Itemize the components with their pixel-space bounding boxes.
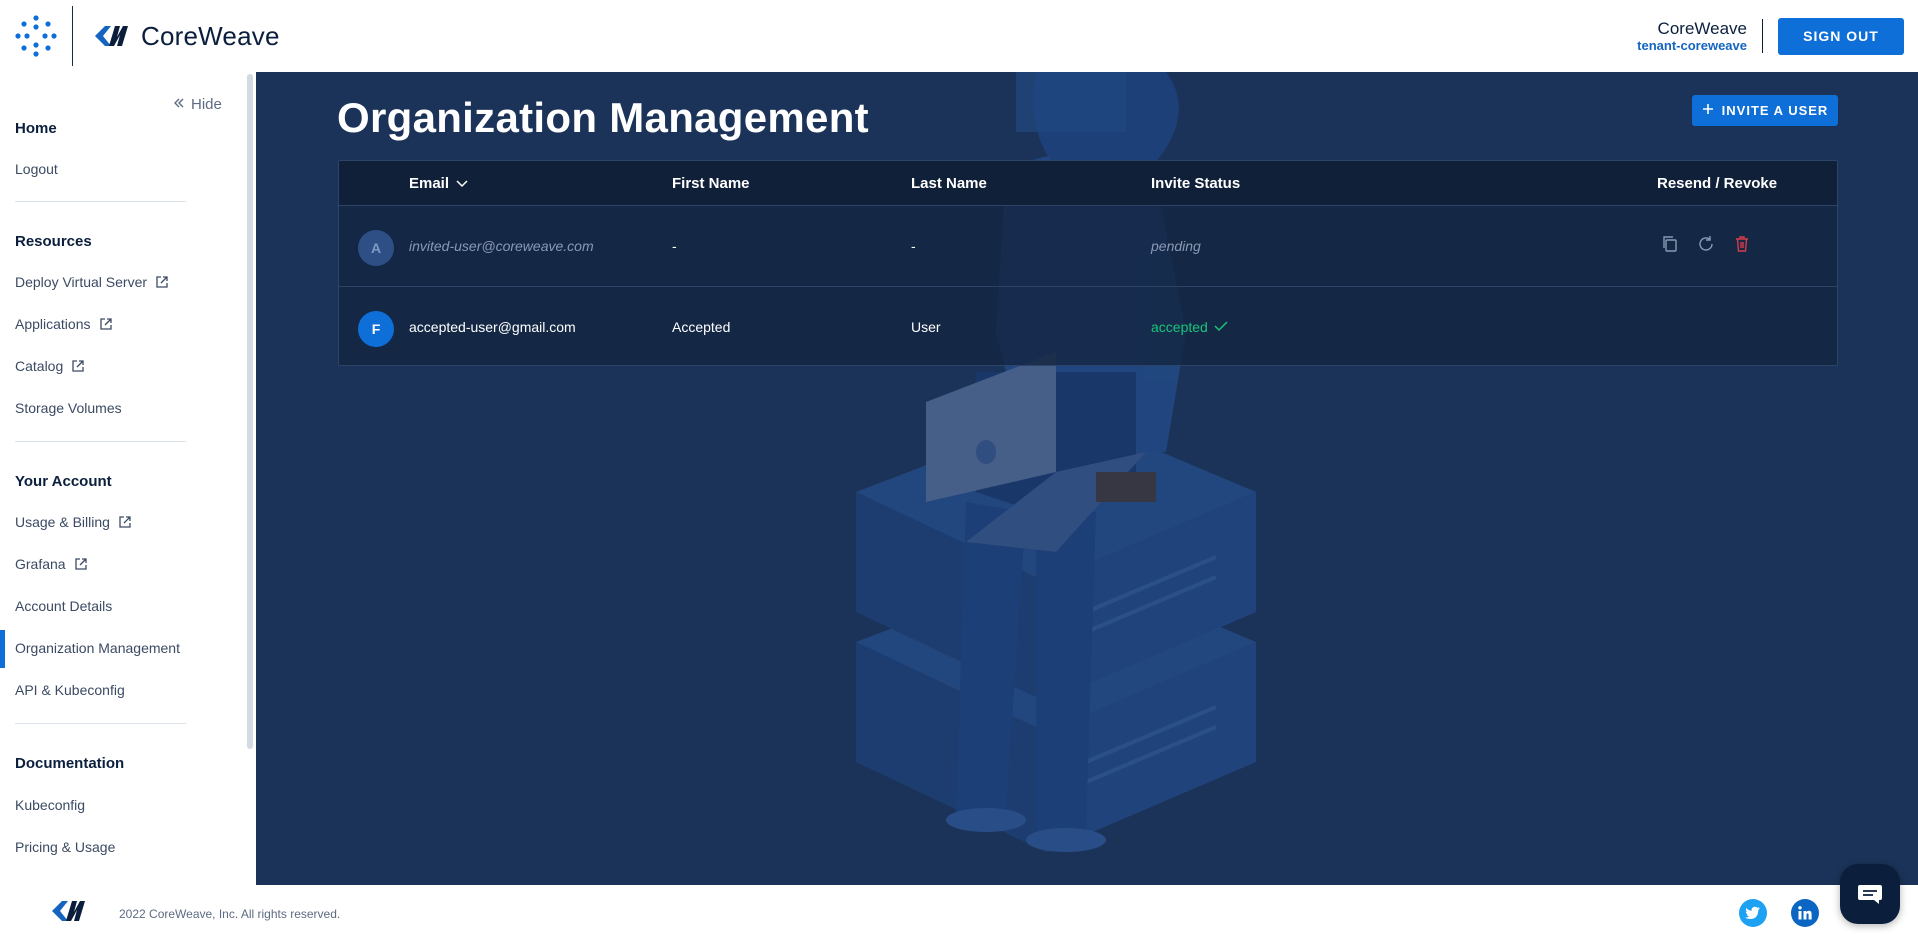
copyright-text: 2022 CoreWeave, Inc. All rights reserved… <box>119 907 341 921</box>
sidebar-item-label: Catalog <box>15 358 64 374</box>
table-row: A invited-user@coreweave.com - - pending <box>339 207 1837 287</box>
chat-support-icon[interactable] <box>1840 864 1900 924</box>
coreweave-logo[interactable]: CoreWeave <box>93 21 280 52</box>
double-chevron-left-icon <box>173 96 185 113</box>
sidebar-item-home[interactable]: Home <box>15 120 57 137</box>
revoke-trash-icon[interactable] <box>1733 235 1751 253</box>
sidebar-item-label: Applications <box>15 316 91 332</box>
invite-status-cell: pending <box>1151 238 1201 254</box>
row-actions <box>1661 235 1751 253</box>
status-label: accepted <box>1151 319 1208 335</box>
column-header-first-name: First Name <box>672 175 750 192</box>
sidebar-item-label: Logout <box>15 161 58 177</box>
email-cell: accepted-user@gmail.com <box>409 319 576 335</box>
sidebar-item-logout[interactable]: Logout <box>15 161 58 177</box>
sidebar-item-kubeconfig[interactable]: Kubeconfig <box>15 797 85 813</box>
sidebar-divider <box>15 201 186 202</box>
checkmark-icon <box>1214 319 1228 335</box>
external-link-icon <box>119 516 131 528</box>
first-name-cell: Accepted <box>672 319 731 335</box>
active-indicator <box>0 630 5 668</box>
avatar: A <box>358 230 394 266</box>
coreweave-footer-logo[interactable] <box>50 899 90 928</box>
last-name-cell: - <box>911 238 916 254</box>
invite-user-label: INVITE A USER <box>1721 103 1829 118</box>
sidebar-item-organization-management[interactable]: Organization Management <box>15 640 180 656</box>
external-link-icon <box>156 276 168 288</box>
page-title: Organization Management <box>337 94 869 141</box>
copy-icon[interactable] <box>1661 235 1679 253</box>
account-divider <box>1762 19 1763 53</box>
column-header-label: Email <box>409 175 450 192</box>
sidebar-item-account-details[interactable]: Account Details <box>15 598 112 614</box>
users-table: Email First Name Last Name Invite Status… <box>338 160 1838 366</box>
brand-name: CoreWeave <box>141 20 280 51</box>
external-link-icon <box>72 360 84 372</box>
main-content: Organization Management INVITE A USER Em… <box>256 72 1918 885</box>
sidebar-item-applications[interactable]: Applications <box>15 316 113 332</box>
hide-label: Hide <box>191 96 222 113</box>
coreweave-mark-icon <box>95 26 128 46</box>
sidebar-item-label: Organization Management <box>15 640 180 656</box>
avatar: F <box>358 311 394 347</box>
sidebar-item-grafana[interactable]: Grafana <box>15 556 88 572</box>
sidebar-item-label: Deploy Virtual Server <box>15 274 148 290</box>
invite-user-button[interactable]: INVITE A USER <box>1692 95 1838 126</box>
tenant-name: CoreWeave <box>1657 19 1747 38</box>
resend-icon[interactable] <box>1697 235 1715 253</box>
sidebar-item-usage-billing[interactable]: Usage & Billing <box>15 514 132 530</box>
sign-out-button[interactable]: SIGN OUT <box>1778 17 1904 55</box>
external-link-icon <box>74 558 87 570</box>
column-header-last-name: Last Name <box>911 175 987 192</box>
sidebar-item-deploy-virtual-server[interactable]: Deploy Virtual Server <box>15 274 169 290</box>
sidebar-scrollbar[interactable] <box>247 74 253 749</box>
sidebar-divider <box>15 441 186 442</box>
table-row: F accepted-user@gmail.com Accepted User … <box>339 288 1837 368</box>
sidebar-heading-resources: Resources <box>15 233 92 250</box>
sidebar-item-label: Pricing & Usage <box>15 839 116 855</box>
sidebar-item-label: Account Details <box>15 598 113 614</box>
sidebar-divider <box>15 723 186 724</box>
column-header-email[interactable]: Email <box>409 175 469 192</box>
table-header: Email First Name Last Name Invite Status… <box>339 161 1837 206</box>
footer: 2022 CoreWeave, Inc. All rights reserved… <box>0 885 1918 934</box>
app-launcher-icon[interactable] <box>0 0 72 72</box>
header-divider <box>72 6 73 66</box>
hide-sidebar-toggle[interactable]: Hide <box>173 96 222 113</box>
top-header: CoreWeave CoreWeave tenant-coreweave SIG… <box>0 0 1918 72</box>
twitter-icon[interactable] <box>1739 899 1767 927</box>
sidebar-item-label: Storage Volumes <box>15 400 122 416</box>
sidebar-item-storage-volumes[interactable]: Storage Volumes <box>15 400 122 416</box>
sidebar-item-pricing-usage[interactable]: Pricing & Usage <box>15 839 115 855</box>
column-header-invite-status: Invite Status <box>1151 175 1241 192</box>
sidebar-item-label: API & Kubeconfig <box>15 682 125 698</box>
account-area: CoreWeave tenant-coreweave SIGN OUT <box>1637 0 1904 72</box>
sidebar-heading-your-account: Your Account <box>15 473 112 490</box>
sidebar-item-label: Usage & Billing <box>15 514 110 530</box>
last-name-cell: User <box>911 319 941 335</box>
sidebar-item-label: Grafana <box>15 556 66 572</box>
first-name-cell: - <box>672 238 677 254</box>
tenant-id: tenant-coreweave <box>1637 38 1747 53</box>
sidebar-item-label: Kubeconfig <box>15 797 86 813</box>
plus-icon <box>1702 103 1714 118</box>
sidebar-item-catalog[interactable]: Catalog <box>15 358 85 374</box>
invite-status-cell: accepted <box>1151 319 1228 335</box>
email-cell: invited-user@coreweave.com <box>409 238 594 254</box>
chevron-down-icon <box>455 175 469 192</box>
linkedin-icon[interactable] <box>1791 899 1819 927</box>
column-header-resend-revoke: Resend / Revoke <box>1657 175 1778 192</box>
tenant-info: CoreWeave tenant-coreweave <box>1637 19 1747 53</box>
sidebar: Hide Home Logout Resources Deploy Virtua… <box>0 72 256 885</box>
sidebar-item-api-kubeconfig[interactable]: API & Kubeconfig <box>15 682 125 698</box>
sidebar-heading-documentation: Documentation <box>15 755 125 772</box>
external-link-icon <box>99 318 112 330</box>
